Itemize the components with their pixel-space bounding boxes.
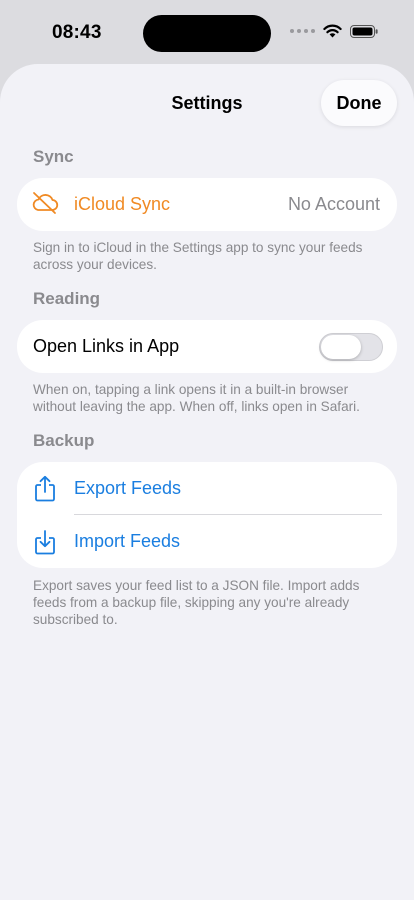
- open-links-toggle[interactable]: [319, 332, 383, 361]
- settings-sheet: Settings Done Sync iCloud Sync No Accoun…: [0, 64, 414, 900]
- dynamic-island: [143, 15, 271, 52]
- status-time: 08:43: [52, 22, 102, 43]
- wifi-icon: [323, 24, 342, 38]
- reading-footer: When on, tapping a link opens it in a bu…: [33, 382, 360, 414]
- icloud-sync-status: No Account: [287, 194, 380, 214]
- import-feeds-row[interactable]: Import Feeds: [17, 515, 397, 568]
- section-header-backup: Backup: [33, 431, 95, 450]
- section-header-reading: Reading: [33, 289, 101, 308]
- sync-footer: Sign in to iCloud in the Settings app to…: [33, 240, 363, 272]
- status-icons: [290, 24, 378, 38]
- icloud-sync-row[interactable]: iCloud Sync No Account: [17, 178, 397, 231]
- signal-dots-icon: [290, 29, 315, 33]
- status-bar: 08:43: [0, 0, 414, 66]
- tray-import-icon: [35, 530, 55, 555]
- sync-card: iCloud Sync No Account: [17, 178, 397, 231]
- open-links-row: Open Links in App: [17, 320, 397, 373]
- battery-icon: [350, 24, 378, 38]
- reading-card: Open Links in App: [17, 320, 397, 373]
- section-header-sync: Sync: [33, 147, 74, 166]
- icloud-sync-label: iCloud Sync: [74, 194, 171, 214]
- backup-footer: Export saves your feed list to a JSON fi…: [33, 578, 360, 627]
- backup-card: Export Feeds Import Feeds: [17, 462, 397, 568]
- done-button[interactable]: Done: [321, 80, 397, 126]
- export-feeds-label: Export Feeds: [74, 478, 182, 498]
- import-feeds-label: Import Feeds: [74, 531, 181, 551]
- share-export-icon: [35, 475, 55, 502]
- toggle-knob: [321, 334, 361, 359]
- cloud-slash-icon: [32, 192, 59, 214]
- export-feeds-row[interactable]: Export Feeds: [17, 462, 397, 515]
- open-links-label: Open Links in App: [33, 336, 180, 356]
